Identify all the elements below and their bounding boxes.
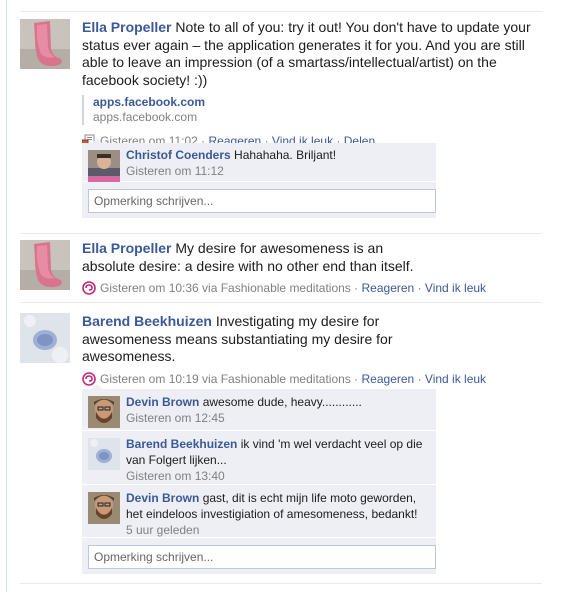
comment-avatar[interactable] [88, 438, 120, 470]
story-actor-name[interactable]: Ella Propeller [82, 240, 171, 256]
comment-link[interactable]: Reageren [362, 281, 415, 295]
story-timestamp[interactable]: Gisteren om 10:36 via Fashionable medita… [100, 281, 351, 295]
comment-avatar[interactable] [88, 150, 120, 182]
comment-item: Christof Coenders Hahahaha. Briljant! Gi… [82, 143, 436, 182]
comment-box [82, 538, 436, 574]
comment-time: 5 uur geleden [126, 523, 200, 537]
comment-author[interactable]: Devin Brown [126, 491, 199, 505]
comment-author[interactable]: Barend Beekhuizen [126, 437, 237, 451]
comment-author[interactable]: Christof Coenders [126, 148, 231, 162]
comment-avatar[interactable] [88, 492, 120, 524]
like-link[interactable]: Vind ik leuk [425, 372, 486, 386]
comment-text: awesome dude, heavy............ [202, 395, 362, 409]
comment-time: Gisteren om 12:45 [126, 411, 225, 425]
story-divider [20, 302, 542, 303]
app-swirl-icon [82, 281, 96, 295]
story-timestamp[interactable]: Gisteren om 10:19 via Fashionable medita… [100, 372, 351, 386]
comment-item: Devin Brown gast, dit is echt mijn life … [82, 485, 436, 538]
profile-picture-barend[interactable] [20, 313, 70, 363]
story-meta: Gisteren om 10:36 via Fashionable medita… [82, 280, 542, 296]
comment-time: Gisteren om 13:40 [126, 469, 225, 483]
comment-input[interactable] [88, 545, 436, 569]
attachment-url: apps.facebook.com [93, 110, 198, 124]
story-actor-name[interactable]: Ella Propeller [82, 19, 171, 35]
comment-avatar[interactable] [88, 396, 120, 428]
story-meta: Gisteren om 10:19 via Fashionable medita… [82, 371, 542, 387]
profile-picture-ella[interactable] [20, 19, 70, 69]
page-left-border [6, 0, 7, 592]
comment-link[interactable]: Reageren [362, 372, 415, 386]
story-divider [20, 233, 542, 234]
story-divider [20, 11, 542, 12]
comment-input[interactable] [88, 189, 436, 213]
profile-picture-ella[interactable] [20, 240, 70, 290]
comments-list: Devin Brown awesome dude, heavy.........… [82, 384, 436, 574]
comments-list: Christof Coenders Hahahaha. Briljant! Gi… [82, 138, 436, 218]
comment-item: Devin Brown awesome dude, heavy.........… [82, 389, 436, 431]
comment-box [82, 182, 436, 218]
comment-author[interactable]: Devin Brown [126, 395, 199, 409]
attachment-title[interactable]: apps.facebook.com [93, 95, 542, 110]
comment-text: Hahahaha. Briljant! [234, 148, 337, 162]
story-actor-name[interactable]: Barend Beekhuizen [82, 313, 212, 329]
comment-item: Barend Beekhuizen ik vind 'm wel verdach… [82, 431, 436, 485]
like-link[interactable]: Vind ik leuk [425, 281, 486, 295]
comment-time: Gisteren om 11:12 [126, 164, 224, 178]
link-attachment[interactable]: apps.facebook.com apps.facebook.com [82, 95, 542, 125]
story-divider [20, 583, 542, 584]
